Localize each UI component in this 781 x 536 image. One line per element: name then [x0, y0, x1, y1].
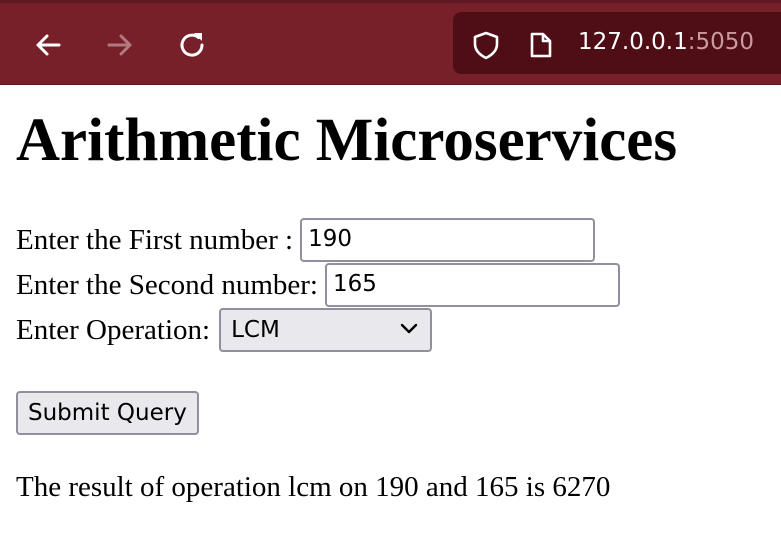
reload-button[interactable] [169, 22, 215, 68]
tab-strip-edge [0, 0, 781, 3]
first-number-row: Enter the First number : 190 [16, 218, 596, 262]
address-bar[interactable]: 127.0.0.1:5050 [453, 12, 781, 74]
second-number-input[interactable]: 165 [325, 263, 620, 307]
second-number-row: Enter the Second number: 165 [16, 263, 620, 307]
submit-button[interactable]: Submit Query [16, 391, 199, 435]
reload-icon [180, 33, 204, 57]
first-number-label: Enter the First number : [16, 224, 294, 256]
arrow-left-icon [36, 34, 61, 56]
url-port: :5050 [687, 29, 755, 55]
forward-button[interactable] [97, 22, 143, 68]
chevron-down-icon [400, 323, 418, 334]
second-number-label: Enter the Second number: [16, 269, 318, 301]
first-number-input[interactable]: 190 [300, 218, 596, 262]
operation-selected-value: LCM [231, 317, 280, 343]
back-button[interactable] [25, 22, 71, 68]
url-host: 127.0.0.1 [578, 29, 688, 55]
url-text[interactable]: 127.0.0.1:5050 [578, 29, 754, 55]
page-icon[interactable] [528, 31, 554, 59]
result-text: The result of operation lcm on 190 and 1… [16, 471, 611, 503]
arrow-right-icon [107, 34, 132, 56]
shield-icon[interactable] [471, 30, 501, 60]
page-title: Arithmetic Microservices [16, 107, 678, 174]
browser-toolbar: 127.0.0.1:5050 [0, 0, 781, 85]
operation-row: Enter Operation: LCM [16, 308, 433, 352]
operation-select[interactable]: LCM [219, 308, 433, 352]
operation-label: Enter Operation: [16, 314, 211, 346]
